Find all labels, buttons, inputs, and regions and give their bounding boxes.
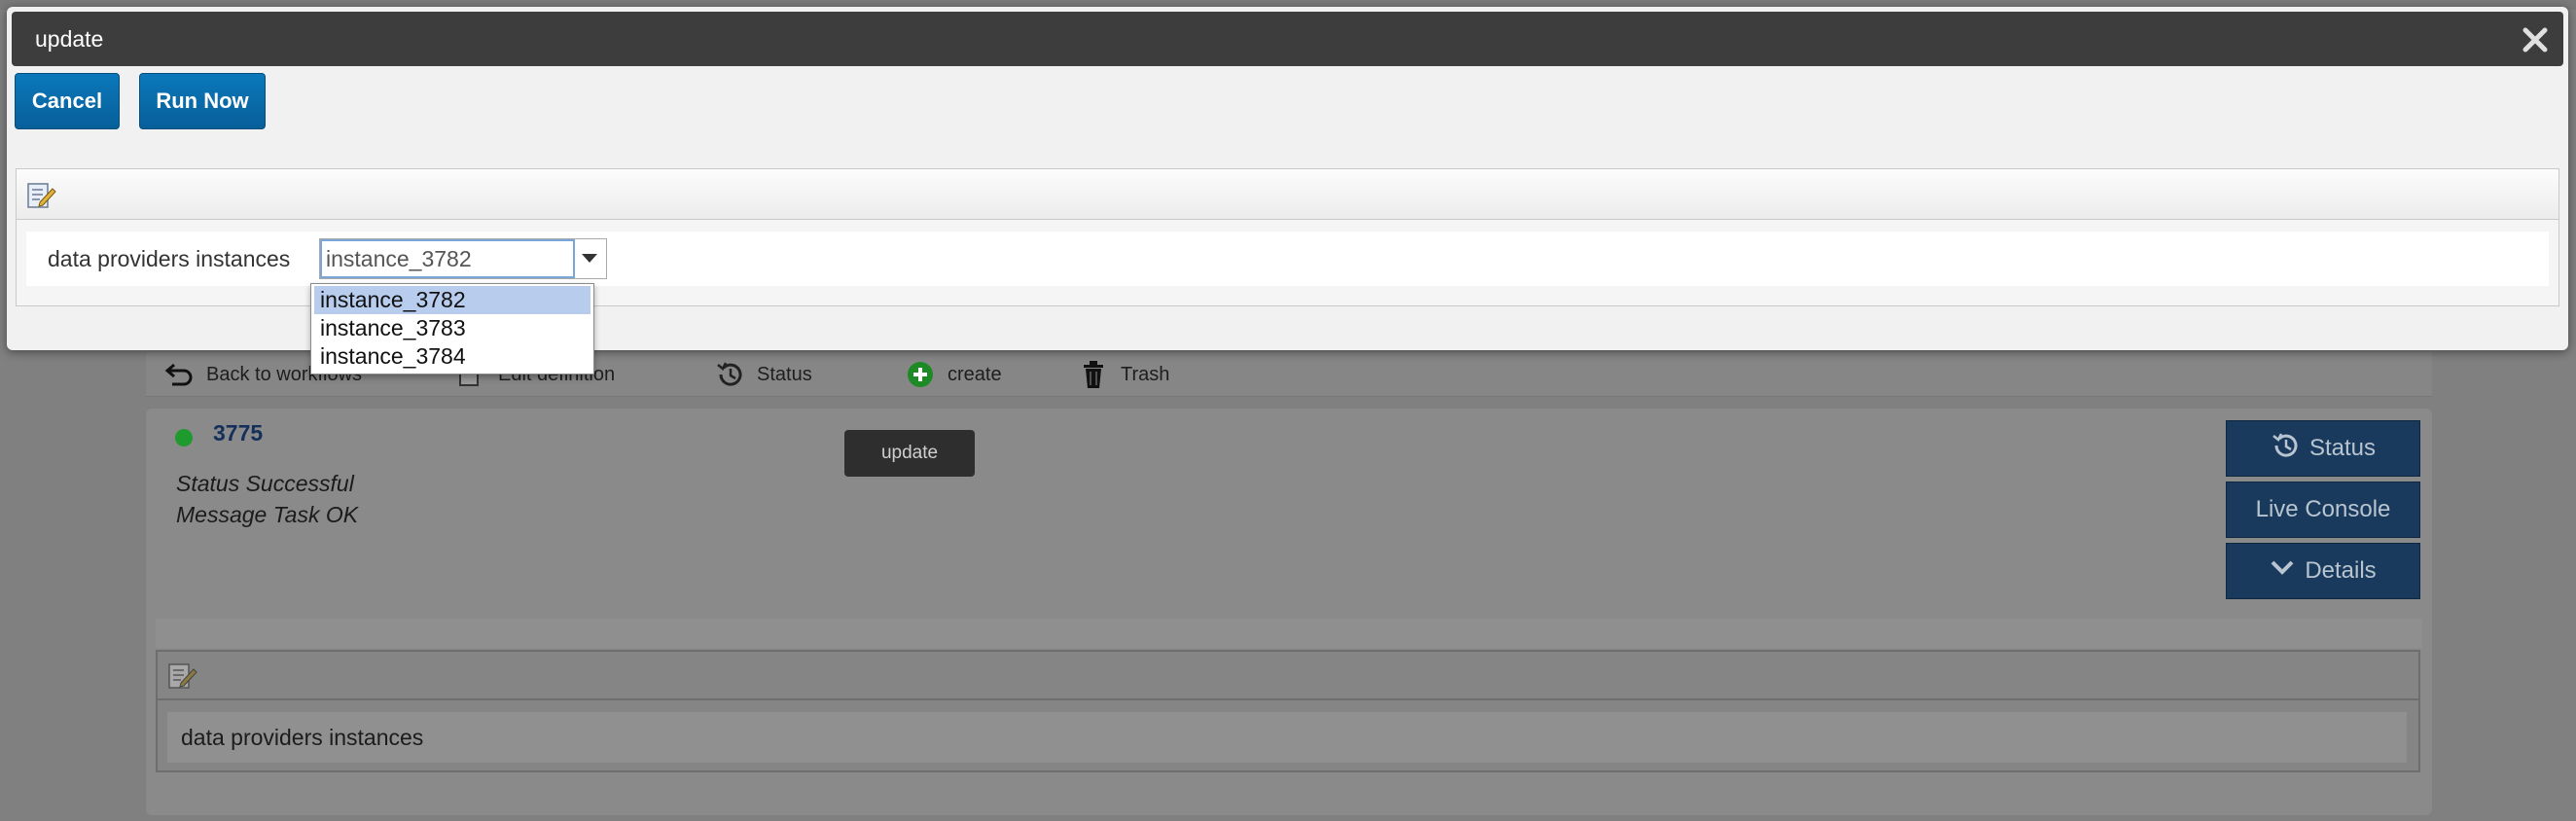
job-form-header [158, 652, 2418, 700]
chevron-down-icon [2270, 557, 2295, 585]
dialog-form-header [17, 169, 2558, 220]
data-providers-input[interactable] [320, 239, 575, 278]
trash-button[interactable]: Trash [1078, 352, 1169, 397]
panel-separator [156, 619, 2422, 648]
close-icon[interactable] [2519, 23, 2552, 56]
plus-circle-icon [905, 359, 936, 390]
dialog-title-bar: update [12, 12, 2563, 66]
cancel-button[interactable]: Cancel [15, 73, 120, 129]
status-toolbar-label: Status [757, 363, 812, 385]
live-console-button[interactable]: Live Console [2226, 482, 2420, 538]
trash-icon [1078, 359, 1109, 390]
data-providers-label: data providers instances [48, 246, 291, 271]
edit-form-icon [167, 661, 198, 696]
job-id[interactable]: 3775 [213, 420, 263, 446]
history-icon [2271, 431, 2300, 467]
create-button[interactable]: create [905, 352, 1002, 397]
dropdown-option[interactable]: instance_3782 [314, 286, 590, 314]
edit-form-icon [26, 181, 59, 210]
job-status-button[interactable]: Status [2226, 420, 2420, 477]
run-now-button[interactable]: Run Now [139, 73, 266, 129]
job-form-field-label: data providers instances [167, 712, 2407, 763]
chevron-down-icon[interactable] [573, 239, 606, 278]
job-status-text: Status Successful [176, 471, 354, 496]
live-console-label: Live Console [2255, 496, 2391, 522]
history-icon [714, 359, 745, 390]
data-providers-dropdown: instance_3782 instance_3783 instance_378… [310, 283, 594, 375]
job-message-text: Message Task OK [176, 502, 359, 527]
data-providers-combobox[interactable] [319, 238, 607, 279]
trash-label: Trash [1121, 363, 1170, 385]
create-label: create [948, 363, 1002, 385]
job-status-indicator [175, 429, 193, 446]
back-arrow-icon [163, 359, 195, 390]
dialog-title: update [35, 26, 104, 52]
details-button[interactable]: Details [2226, 543, 2420, 599]
job-parameters-form: data providers instances [156, 650, 2420, 772]
data-providers-field-row: data providers instances [26, 232, 2549, 286]
update-tag: update [844, 430, 975, 477]
dropdown-option[interactable]: instance_3783 [314, 314, 590, 342]
dropdown-option[interactable]: instance_3784 [314, 342, 590, 371]
details-label: Details [2305, 557, 2377, 584]
job-status-button-label: Status [2308, 435, 2377, 461]
status-toolbar-button[interactable]: Status [714, 352, 812, 397]
